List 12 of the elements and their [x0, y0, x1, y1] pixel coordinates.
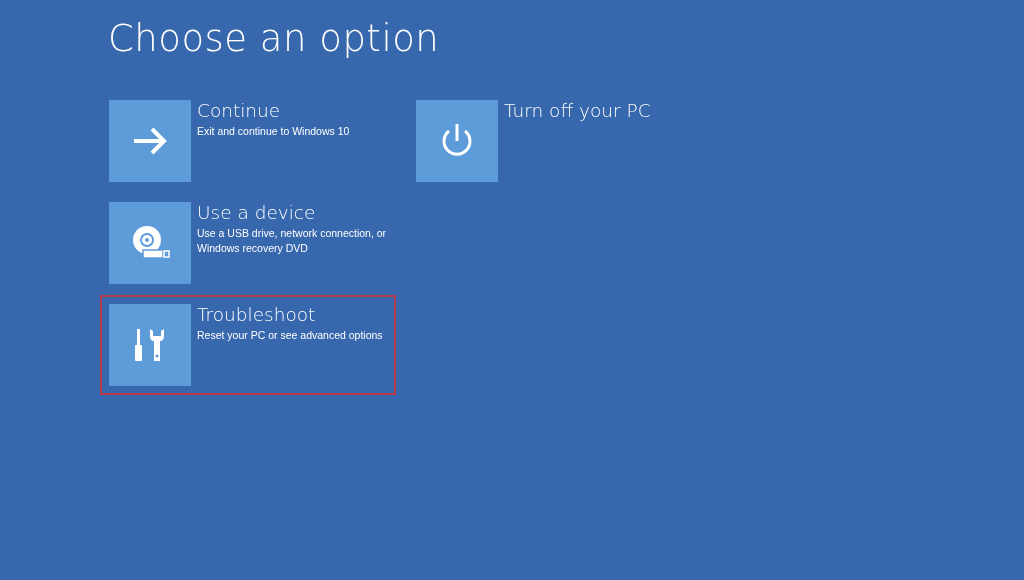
option-button[interactable]: Continue Exit and continue to Windows 10 [100, 91, 396, 191]
option-description: Exit and continue to Windows 10 [197, 124, 350, 139]
option-title: Turn off your PC [504, 100, 651, 122]
option-button[interactable]: Turn off your PC [407, 91, 703, 191]
option-title: Use a device [197, 202, 316, 224]
option-description: Use a USB drive, network connection, or Windows recovery DVD [197, 226, 387, 256]
option-button[interactable]: Use a device Use a USB drive, network connection, or Windows recovery DVD [100, 193, 396, 293]
option-button[interactable]: Troubleshoot Reset your PC or see advanced options [100, 295, 396, 395]
page-title: Choose an option [108, 16, 441, 62]
option-title: Continue [197, 100, 281, 122]
option-title: Troubleshoot [197, 304, 316, 326]
option-description: Reset your PC or see advanced options [197, 328, 383, 343]
